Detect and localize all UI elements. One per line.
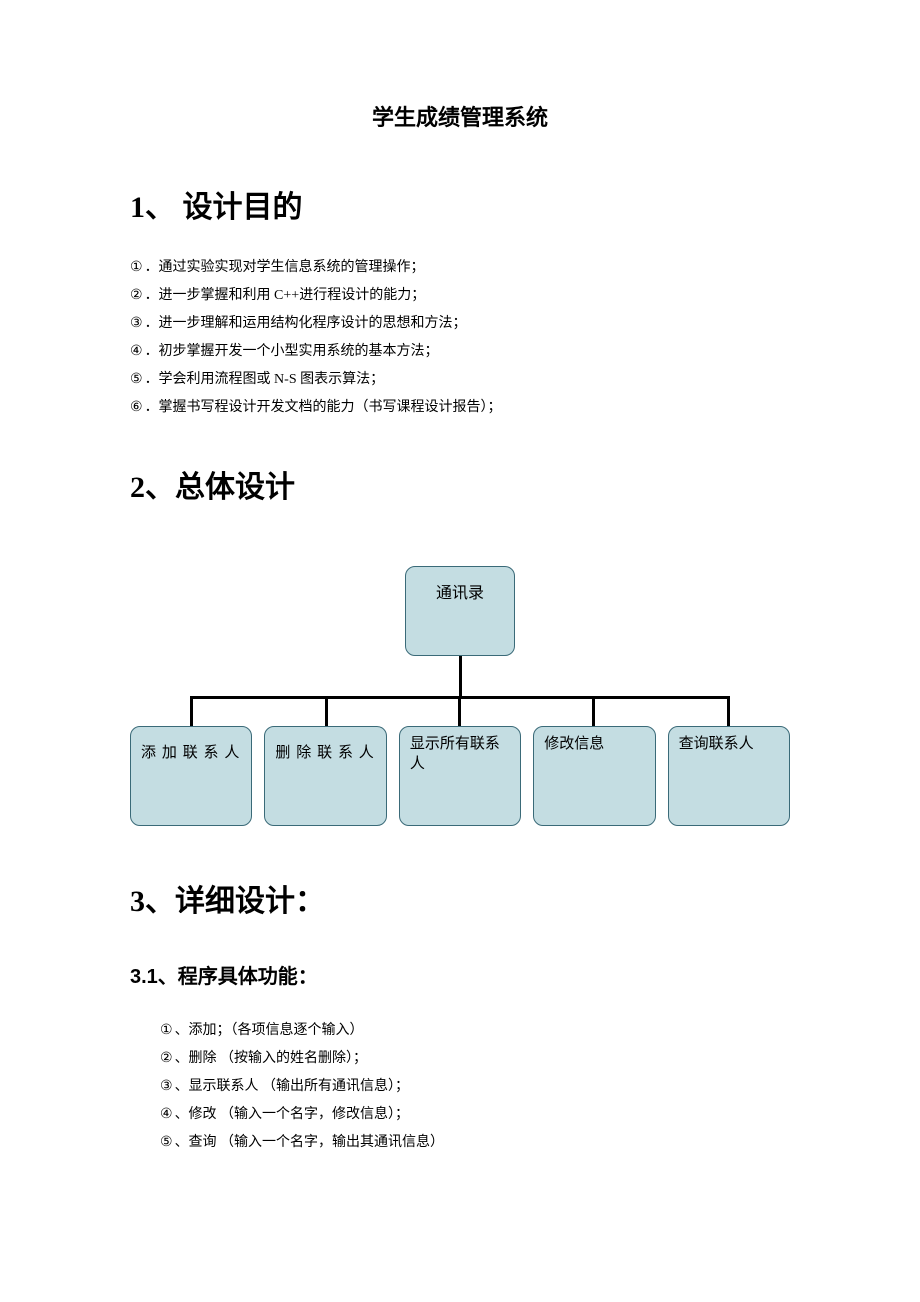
list-text: 、显示联系人 （输出所有通讯信息）； [175,1073,410,1101]
list-num: ② [160,1045,173,1073]
org-chart-diagram: 通讯录 添加联系人 删除联系人 显示所有联系人 修改信息 查询联系人 [130,566,790,826]
diagram-connector [459,656,462,696]
list-item: ②、删除 （按输入的姓名删除）； [160,1045,790,1073]
diagram-child-node: 删除联系人 [264,726,386,826]
list-num: ⑥ [130,394,143,422]
list-num: ⑤ [160,1129,173,1157]
diagram-child-node: 显示所有联系人 [399,726,521,826]
list-num: ⑤ [130,366,143,394]
list-num: ④ [130,338,143,366]
section-3-1-list: ①、添加；（各项信息逐个输入） ②、删除 （按输入的姓名删除）； ③、显示联系人… [130,1017,790,1157]
list-text: ．学会利用流程图或 N-S 图表示算法； [145,366,385,394]
list-text: 、修改 （输入一个名字，修改信息）； [175,1101,410,1129]
list-num: ① [130,254,143,282]
list-item: ①．通过实验实现对学生信息系统的管理操作； [130,254,790,282]
document-title: 学生成绩管理系统 [130,100,790,132]
diagram-child-node: 修改信息 [533,726,655,826]
list-num: ② [130,282,143,310]
list-num: ③ [160,1073,173,1101]
section-3-1-heading: 3.1、程序具体功能： [130,960,790,989]
list-item: ⑤、查询 （输入一个名字，输出其通讯信息） [160,1129,790,1157]
list-num: ① [160,1017,173,1045]
diagram-root-node: 通讯录 [405,566,515,656]
list-item: ④、修改 （输入一个名字，修改信息）； [160,1101,790,1129]
list-text: ．通过实验实现对学生信息系统的管理操作； [145,254,425,282]
list-item: ⑥．掌握书写程设计开发文档的能力（书写课程设计报告）； [130,394,790,422]
diagram-child-node: 查询联系人 [668,726,790,826]
list-item: ③、显示联系人 （输出所有通讯信息）； [160,1073,790,1101]
list-text: 、删除 （按输入的姓名删除）； [175,1045,368,1073]
section-1-heading: 1、 设计目的 [130,182,790,226]
diagram-child-node: 添加联系人 [130,726,252,826]
list-item: ③．进一步理解和运用结构化程序设计的思想和方法； [130,310,790,338]
list-num: ③ [130,310,143,338]
list-text: ．进一步理解和运用结构化程序设计的思想和方法； [145,310,467,338]
list-num: ④ [160,1101,173,1129]
section-2-heading: 2、总体设计 [130,462,790,506]
list-text: 、查询 （输入一个名字，输出其通讯信息） [175,1129,445,1157]
list-item: ④．初步掌握开发一个小型实用系统的基本方法； [130,338,790,366]
diagram-connector [130,696,790,726]
list-item: ②．进一步掌握和利用 C++进行程设计的能力； [130,282,790,310]
section-1-list: ①．通过实验实现对学生信息系统的管理操作； ②．进一步掌握和利用 C++进行程设… [130,254,790,422]
diagram-children: 添加联系人 删除联系人 显示所有联系人 修改信息 查询联系人 [130,726,790,826]
list-text: ．初步掌握开发一个小型实用系统的基本方法； [145,338,439,366]
list-item: ①、添加；（各项信息逐个输入） [160,1017,790,1045]
section-3-heading: 3、详细设计： [130,876,790,920]
list-text: 、添加；（各项信息逐个输入） [175,1017,364,1045]
list-text: ．掌握书写程设计开发文档的能力（书写课程设计报告）； [145,394,502,422]
list-item: ⑤．学会利用流程图或 N-S 图表示算法； [130,366,790,394]
list-text: ．进一步掌握和利用 C++进行程设计的能力； [145,282,426,310]
